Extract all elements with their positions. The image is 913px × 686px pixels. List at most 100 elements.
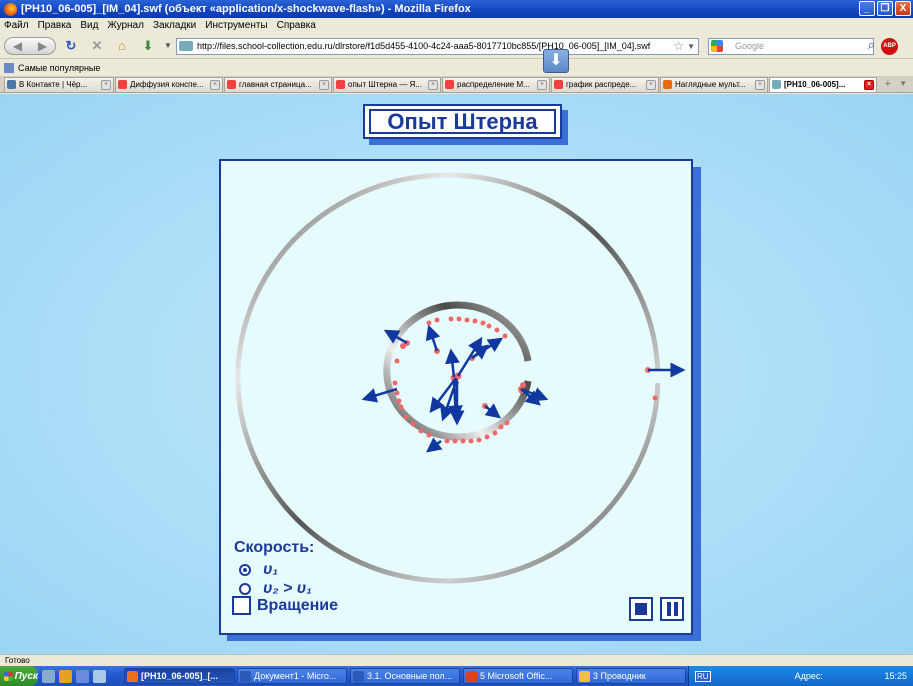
simulation-title-box: Опыт Штерна — [363, 104, 562, 139]
windows-logo-icon — [4, 671, 13, 681]
tab-close-icon[interactable]: × — [428, 80, 438, 90]
vk-icon — [7, 80, 16, 89]
status-text: Готово — [5, 656, 30, 665]
yandex-icon — [554, 80, 563, 89]
download-overlay-icon[interactable]: ⬇ — [543, 49, 569, 73]
home-icon[interactable]: ⌂ — [115, 39, 129, 53]
pause-button[interactable] — [660, 597, 684, 621]
url-bar[interactable]: http://files.school-collection.edu.ru/dl… — [176, 38, 699, 55]
tab-animations[interactable]: Наглядные мульт... × — [660, 77, 768, 92]
chevron-down-icon[interactable]: ▼ — [161, 39, 175, 53]
search-icon[interactable]: ⌕ — [868, 37, 875, 52]
stop-icon — [635, 603, 647, 615]
tab-flash-active[interactable]: [PH10_06-005]... × — [769, 77, 877, 92]
forward-arrow-icon[interactable]: ▶ — [38, 39, 47, 53]
rotation-toggle[interactable]: Вращение — [232, 596, 338, 615]
radio-v2[interactable] — [239, 583, 251, 595]
menu-tools[interactable]: Инструменты — [205, 20, 267, 31]
menu-view[interactable]: Вид — [80, 20, 98, 31]
tab-close-icon[interactable]: × — [101, 80, 111, 90]
tab-close-icon[interactable]: × — [646, 80, 656, 90]
folder-icon — [579, 671, 590, 682]
speed-option-1-label: υ₁ — [263, 561, 279, 578]
back-arrow-icon[interactable]: ◀ — [13, 39, 22, 53]
tab-label: Диффузия конспе... — [130, 80, 204, 89]
tab-label: Наглядные мульт... — [675, 80, 746, 89]
taskbar-item-document[interactable]: 3.1. Основные пол... — [350, 668, 460, 684]
folder-icon — [4, 63, 14, 73]
stern-apparatus-diagram — [235, 172, 686, 584]
tab-vkontakte[interactable]: В Контакте | Чёр... × — [4, 77, 114, 92]
close-button[interactable]: X — [895, 1, 911, 16]
bookmark-star-icon[interactable]: ☆ — [673, 39, 684, 54]
tab-label: В Контакте | Чёр... — [19, 80, 88, 89]
taskbar-item-label: 3.1. Основные пол... — [367, 671, 453, 681]
tab-label: распределение М... — [457, 80, 530, 89]
download-icon[interactable]: ⬇ — [141, 39, 155, 53]
taskbar-item-office[interactable]: 5 Microsoft Offic... — [463, 668, 573, 684]
quicklaunch-icon[interactable] — [42, 669, 55, 683]
tab-close-icon[interactable]: × — [537, 80, 547, 90]
plugin-icon — [772, 80, 781, 89]
page-content: Опыт Штерна Скорость: υ₁ υ₂ > υ₁ Вращени… — [0, 94, 913, 654]
menu-bar: Файл Правка Вид Журнал Закладки Инструме… — [0, 18, 913, 33]
search-input[interactable]: Google ⌕ — [708, 37, 875, 55]
word-icon — [240, 671, 251, 682]
speed-option-1[interactable]: υ₁ — [239, 561, 278, 579]
menu-edit[interactable]: Правка — [38, 20, 72, 31]
firefox-icon — [127, 671, 138, 682]
tab-diffusion[interactable]: Диффузия конспе... × — [115, 77, 223, 92]
navigation-toolbar: ◀ ▶ ↻ ✕ ⌂ ⬇ ▼ http://files.school-collec… — [0, 33, 913, 59]
yandex-icon — [445, 80, 454, 89]
outer-cylinder — [235, 172, 661, 584]
menu-help[interactable]: Справка — [277, 20, 316, 31]
url-dropdown-icon[interactable]: ▼ — [687, 39, 695, 54]
bookmarks-bar: Самые популярные — [0, 60, 913, 76]
clock: 15:25 — [884, 671, 907, 681]
stop-icon[interactable]: ✕ — [90, 39, 104, 53]
tab-label: опыт Штерна — Я... — [348, 80, 422, 89]
yandex-icon — [118, 80, 127, 89]
quicklaunch-icon[interactable] — [93, 669, 106, 683]
start-button[interactable]: Пуск — [0, 666, 38, 686]
taskbar-item-explorer[interactable]: 3 Проводник — [576, 668, 686, 684]
window-title: [PH10_06-005]_[IM_04].swf (объект «appli… — [21, 3, 471, 15]
maximize-button[interactable]: ❐ — [877, 1, 893, 16]
tab-distribution-graph[interactable]: график распреде... × — [551, 77, 659, 92]
bookmark-popular[interactable]: Самые популярные — [18, 63, 100, 73]
minimize-button[interactable]: _ — [859, 1, 875, 16]
tab-close-icon[interactable]: × — [319, 80, 329, 90]
tab-main-page[interactable]: главная страница... × — [224, 77, 332, 92]
quicklaunch-icon[interactable] — [59, 669, 72, 683]
yandex-icon — [336, 80, 345, 89]
tab-close-icon[interactable]: × — [755, 80, 765, 90]
window-titlebar: [PH10_06-005]_[IM_04].swf (объект «appli… — [0, 0, 913, 18]
menu-history[interactable]: Журнал — [107, 20, 144, 31]
tab-distribution[interactable]: распределение М... × — [442, 77, 550, 92]
google-icon[interactable] — [711, 40, 723, 52]
back-forward-buttons[interactable]: ◀ ▶ — [4, 37, 56, 55]
url-text[interactable]: http://files.school-collection.edu.ru/dl… — [197, 41, 650, 51]
tab-close-icon[interactable]: × — [210, 80, 220, 90]
taskbar-item-word[interactable]: Документ1 - Micro... — [237, 668, 347, 684]
tab-label: главная страница... — [239, 80, 312, 89]
new-tab-icon[interactable]: + — [885, 78, 891, 90]
tab-list-icon[interactable]: ▼ — [899, 79, 907, 88]
taskbar-item-label: [PH10_06-005]_[... — [141, 671, 219, 681]
tab-stern-experiment[interactable]: опыт Штерна — Я... × — [333, 77, 441, 92]
menu-file[interactable]: Файл — [4, 20, 29, 31]
adblock-plus-icon[interactable]: ABP — [881, 38, 898, 55]
site-identity-icon[interactable] — [179, 41, 193, 51]
start-label: Пуск — [14, 670, 38, 682]
rotation-checkbox[interactable] — [232, 596, 251, 615]
menu-bookmarks[interactable]: Закладки — [153, 20, 196, 31]
reload-icon[interactable]: ↻ — [64, 39, 78, 53]
windows-taskbar: Пуск [PH10_06-005]_[... Документ1 - Micr… — [0, 666, 913, 686]
stop-button[interactable] — [629, 597, 653, 621]
radio-v1[interactable] — [239, 564, 251, 576]
rotation-label: Вращение — [257, 596, 339, 614]
language-indicator[interactable]: RU — [695, 670, 711, 682]
quicklaunch-icon[interactable] — [76, 669, 89, 683]
tab-close-icon[interactable]: × — [864, 80, 874, 90]
taskbar-item-firefox[interactable]: [PH10_06-005]_[... — [124, 668, 235, 684]
